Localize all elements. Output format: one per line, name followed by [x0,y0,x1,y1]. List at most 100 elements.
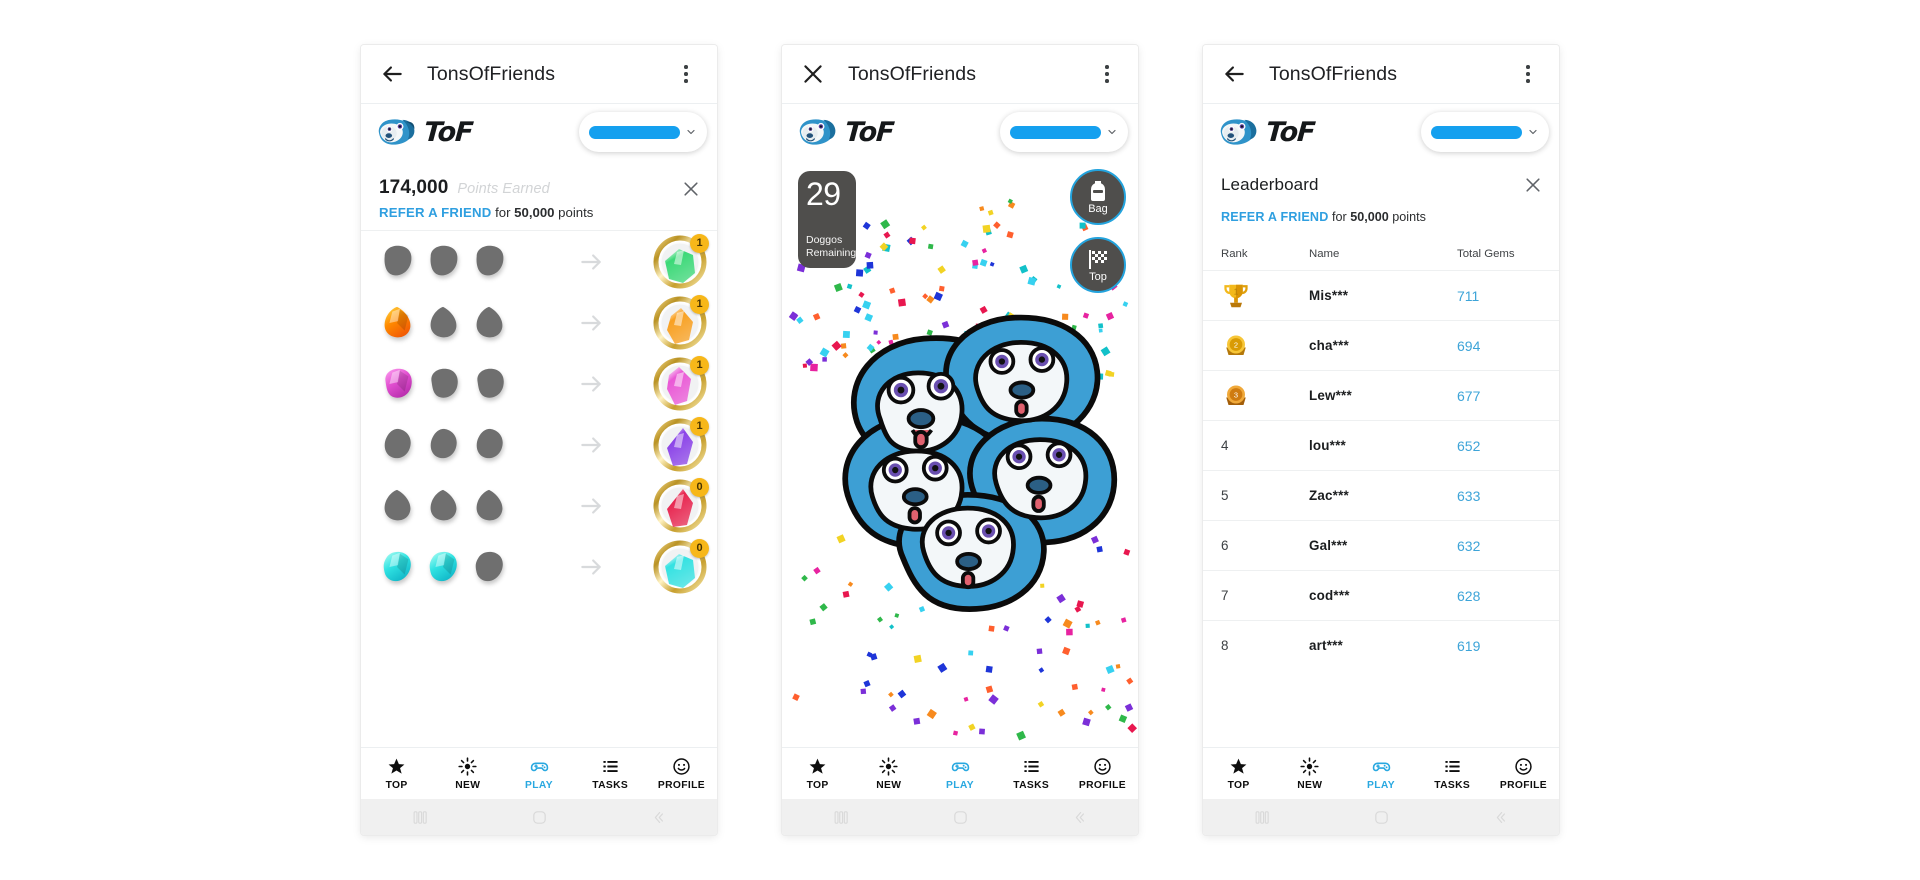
locked-rock-icon[interactable] [471,547,509,587]
nav-item-top[interactable]: TOP [361,757,432,791]
svg-text:1: 1 [1234,287,1239,296]
locked-rock-icon[interactable] [425,364,463,404]
locked-rock-icon[interactable] [471,364,509,404]
nav-item-profile[interactable]: PROFILE [1067,757,1138,791]
more-vertical-icon[interactable] [673,61,699,87]
nav-item-new[interactable]: NEW [853,756,924,791]
craft-row[interactable]: 0 [361,536,717,597]
gem-rock-icon[interactable] [379,547,417,587]
nav-item-label: TOP [1227,779,1250,791]
game-body[interactable]: 29 Doggos Remaining Bag Top [782,161,1138,747]
table-row[interactable]: 5 Zac*** 633 [1203,470,1559,520]
more-vertical-icon[interactable] [1094,61,1120,87]
back-arrow-icon[interactable] [379,61,405,87]
table-row[interactable]: 1 Mis*** 711 [1203,270,1559,320]
locked-rock-icon[interactable] [471,303,509,343]
app-bar-title: TonsOfFriends [848,62,977,85]
locked-rock-icon[interactable] [471,242,509,282]
craft-row[interactable]: 1 [361,353,717,414]
confetti-particle [985,665,993,673]
nav-item-play[interactable]: PLAY [1345,757,1416,791]
nav-item-new[interactable]: NEW [1274,756,1345,791]
system-home-button[interactable] [901,809,1020,826]
more-vertical-icon[interactable] [1515,61,1541,87]
craft-row[interactable]: 1 [361,292,717,353]
gem-rock-icon[interactable] [379,303,417,343]
account-selector[interactable] [1000,112,1128,152]
system-back-button[interactable] [1440,809,1559,826]
cell-rank: 7 [1221,588,1229,603]
nav-item-tasks[interactable]: TASKS [575,757,646,791]
game-canvas[interactable]: 29 Doggos Remaining Bag Top [782,161,1138,747]
system-recents-button[interactable] [361,809,480,826]
leaderboard-column-headers: Rank Name Total Gems [1203,224,1559,270]
nav-item-profile[interactable]: PROFILE [1488,757,1559,791]
table-row[interactable]: 6 Gal*** 632 [1203,520,1559,570]
nav-item-tasks[interactable]: TASKS [996,757,1067,791]
nav-item-profile[interactable]: PROFILE [646,757,717,791]
locked-rock-icon[interactable] [425,303,463,343]
nav-item-tasks[interactable]: TASKS [1417,757,1488,791]
rock-group [379,425,529,465]
account-selector[interactable] [1421,112,1549,152]
column-header-total-gems: Total Gems [1457,248,1515,260]
doggo-pile-artwork[interactable] [782,251,1138,651]
system-back-button[interactable] [1019,809,1138,826]
refer-a-friend-link[interactable]: REFER A FRIEND [379,205,491,220]
system-recents-button[interactable] [782,809,901,826]
table-row[interactable]: 3 Lew*** 677 [1203,370,1559,420]
locked-rock-icon[interactable] [425,242,463,282]
table-row[interactable]: 7 cod*** 628 [1203,570,1559,620]
top-button[interactable]: Top [1070,237,1126,293]
system-back-button[interactable] [598,809,717,826]
top-button-label: Top [1089,271,1107,283]
nav-item-play[interactable]: PLAY [924,757,995,791]
smiley-icon [1094,757,1111,775]
bag-button[interactable]: Bag [1070,169,1126,225]
back-arrow-icon[interactable] [1221,61,1247,87]
chevron-down-icon [687,129,695,135]
craft-row[interactable]: 1 [361,231,717,292]
account-selector[interactable] [579,112,707,152]
close-icon[interactable] [1523,175,1543,195]
nav-item-top[interactable]: TOP [1203,757,1274,791]
locked-rock-icon[interactable] [379,425,417,465]
gem-coin[interactable]: 1 [653,294,709,350]
gem-count-badge: 0 [690,538,709,558]
table-row[interactable]: 8 art*** 619 [1203,620,1559,670]
craft-body: 174,000 Points Earned REFER A FRIEND for… [361,161,717,747]
system-recents-button[interactable] [1203,809,1322,826]
nav-item-label: PROFILE [1078,779,1126,791]
close-icon[interactable] [800,61,826,87]
locked-rock-icon[interactable] [471,486,509,526]
gem-rock-icon[interactable] [379,364,417,404]
table-row[interactable]: 4 lou*** 652 [1203,420,1559,470]
craft-row[interactable]: 0 [361,475,717,536]
confetti-particle [1016,730,1026,741]
gem-coin[interactable]: 1 [653,355,709,411]
locked-rock-icon[interactable] [379,486,417,526]
locked-rock-icon[interactable] [425,486,463,526]
locked-rock-icon[interactable] [425,425,463,465]
gem-rock-icon[interactable] [425,547,463,587]
system-home-button[interactable] [480,809,599,826]
game-side-buttons: Bag Top [1070,169,1126,293]
craft-row[interactable]: 1 [361,414,717,475]
gem-coin[interactable]: 1 [653,233,709,289]
cell-name: Zac*** [1309,488,1349,503]
locked-rock-icon[interactable] [471,425,509,465]
gem-coin[interactable]: 0 [653,477,709,533]
locked-rock-icon[interactable] [379,242,417,282]
cell-name: cha*** [1309,338,1349,353]
gem-coin[interactable]: 1 [653,416,709,472]
back-icon [1075,811,1085,823]
nav-item-top[interactable]: TOP [782,757,853,791]
close-icon[interactable] [681,179,701,199]
nav-item-new[interactable]: NEW [432,756,503,791]
refer-a-friend-link[interactable]: REFER A FRIEND [1221,210,1329,224]
android-system-bar [361,799,717,835]
nav-item-play[interactable]: PLAY [503,757,574,791]
system-home-button[interactable] [1322,809,1441,826]
table-row[interactable]: 2 cha*** 694 [1203,320,1559,370]
gem-coin[interactable]: 0 [653,538,709,594]
